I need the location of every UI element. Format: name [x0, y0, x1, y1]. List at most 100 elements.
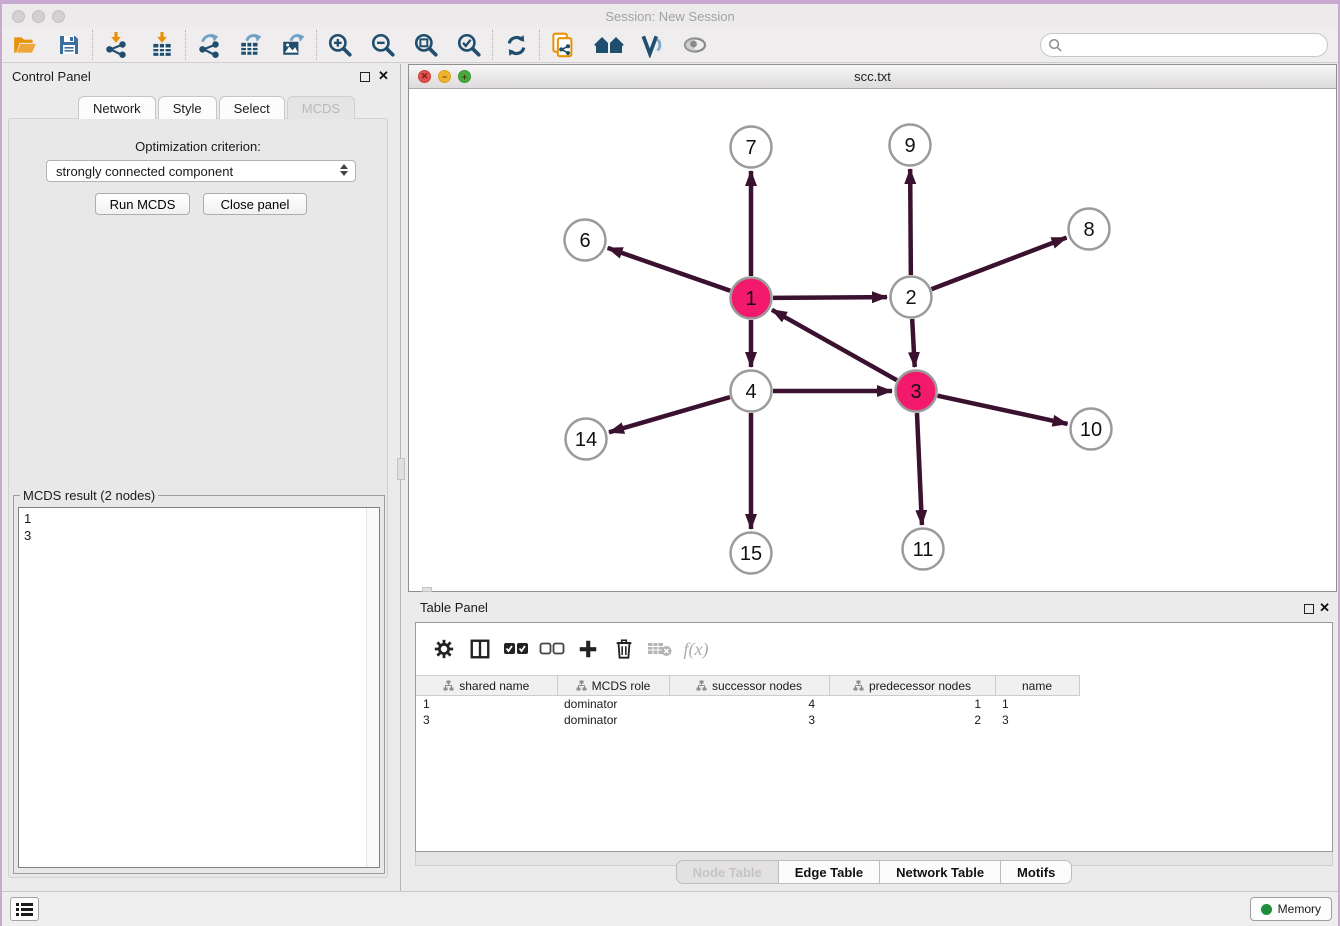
export-network-icon[interactable] — [192, 30, 226, 60]
column-header-shared-name[interactable]: shared name — [416, 676, 557, 696]
column-header-successor-nodes[interactable]: successor nodes — [669, 676, 829, 696]
import-table-icon[interactable] — [145, 30, 179, 60]
table-row[interactable]: 3 dominator 3 2 3 — [416, 712, 1079, 728]
control-panel: Control Panel ✕ Network Style Select MCD… — [0, 64, 396, 891]
graph-node-label-14: 14 — [575, 429, 597, 451]
tab-node-table[interactable]: Node Table — [676, 860, 779, 884]
search-field[interactable] — [1040, 33, 1328, 57]
add-row-icon[interactable] — [570, 633, 606, 665]
settings-gear-icon[interactable] — [426, 633, 462, 665]
tab-mcds[interactable]: MCDS — [287, 96, 355, 119]
visual-styles-icon[interactable] — [635, 30, 669, 60]
column-header-name[interactable]: name — [995, 676, 1079, 696]
zoom-fit-icon[interactable] — [409, 30, 443, 60]
criterion-select[interactable]: strongly connected component — [46, 160, 356, 182]
graph-edge-2-8[interactable] — [932, 238, 1067, 290]
panel-divider-handle[interactable] — [397, 458, 405, 480]
close-table-panel-icon[interactable]: ✕ — [1319, 600, 1330, 616]
toolbar-separator — [185, 30, 186, 60]
zoom-selected-icon[interactable] — [452, 30, 486, 60]
horizontal-divider-handle[interactable] — [422, 587, 432, 592]
delete-table-icon — [642, 633, 678, 665]
zoom-in-icon[interactable] — [323, 30, 357, 60]
graph-node-label-15: 15 — [740, 543, 762, 565]
window-frame-left — [0, 0, 2, 926]
column-type-icon — [853, 680, 864, 691]
graph-edge-1-2[interactable] — [773, 297, 887, 298]
open-folder-icon[interactable] — [8, 30, 42, 60]
graph-edge-3-10[interactable] — [937, 396, 1067, 424]
function-builder-icon: f(x) — [678, 633, 714, 665]
graph-node-label-1: 1 — [745, 288, 756, 310]
select-all-checkboxes-icon[interactable] — [498, 633, 534, 665]
table-header-row: shared name MCDS role successor nodes pr… — [416, 676, 1079, 696]
toolbar-separator — [492, 30, 493, 60]
run-mcds-button[interactable]: Run MCDS — [95, 193, 190, 215]
graph-node-label-11: 11 — [913, 539, 934, 561]
graph-node-label-8: 8 — [1083, 219, 1094, 241]
cell-mcds-role[interactable]: dominator — [557, 696, 669, 712]
tab-network[interactable]: Network — [78, 96, 156, 119]
home-networks-icon[interactable] — [592, 30, 626, 60]
cell-shared-name[interactable]: 3 — [416, 712, 557, 728]
cell-successor-nodes[interactable]: 4 — [669, 696, 829, 712]
graph-node-label-3: 3 — [910, 381, 921, 403]
tab-select[interactable]: Select — [219, 96, 285, 119]
network-view-title: scc.txt — [409, 69, 1336, 84]
table-tabs: Node Table Edge Table Network Table Moti… — [408, 860, 1340, 884]
status-bar: Memory — [0, 891, 1340, 926]
cell-name[interactable]: 1 — [995, 696, 1079, 712]
cell-successor-nodes[interactable]: 3 — [669, 712, 829, 728]
table-row[interactable]: 1 dominator 4 1 1 — [416, 696, 1079, 712]
graph-edge-3-1[interactable] — [772, 310, 897, 380]
float-panel-icon[interactable] — [360, 72, 370, 82]
cell-predecessor-nodes[interactable]: 1 — [829, 696, 995, 712]
tab-network-table[interactable]: Network Table — [880, 860, 1001, 884]
column-header-predecessor-nodes[interactable]: predecessor nodes — [829, 676, 995, 696]
column-header-mcds-role[interactable]: MCDS role — [557, 676, 669, 696]
refresh-view-icon[interactable] — [499, 30, 533, 60]
close-panel-button[interactable]: Close panel — [203, 193, 307, 215]
network-window-titlebar[interactable]: ✕ − + scc.txt — [409, 65, 1336, 89]
task-history-button[interactable] — [10, 897, 39, 921]
tab-style[interactable]: Style — [158, 96, 217, 119]
mcds-result-text[interactable]: 1 3 — [18, 507, 380, 868]
network-from-file-icon[interactable] — [546, 30, 580, 60]
graph-edge-4-14[interactable] — [609, 397, 730, 432]
network-graph: 7968124314101511 — [409, 89, 1336, 592]
cell-predecessor-nodes[interactable]: 2 — [829, 712, 995, 728]
node-table: shared name MCDS role successor nodes pr… — [416, 675, 1080, 728]
float-table-panel-icon[interactable] — [1304, 604, 1314, 614]
result-scrollbar[interactable] — [366, 508, 379, 867]
import-network-icon[interactable] — [99, 30, 133, 60]
toggle-columns-icon[interactable] — [462, 633, 498, 665]
close-panel-icon[interactable]: ✕ — [378, 68, 389, 84]
column-type-icon — [576, 680, 587, 691]
export-table-icon[interactable] — [234, 30, 268, 60]
export-image-icon[interactable] — [276, 30, 310, 60]
cell-mcds-role[interactable]: dominator — [557, 712, 669, 728]
memory-label: Memory — [1278, 902, 1321, 916]
cell-name[interactable]: 3 — [995, 712, 1079, 728]
cell-shared-name[interactable]: 1 — [416, 696, 557, 712]
column-type-icon — [696, 680, 707, 691]
graph-node-label-7: 7 — [745, 137, 756, 159]
table-panel-title: Table Panel — [420, 600, 488, 615]
main-toolbar — [0, 28, 1340, 63]
search-input[interactable] — [1063, 35, 1327, 55]
show-hide-eye-icon[interactable] — [678, 30, 712, 60]
chevron-updown-icon — [340, 164, 348, 176]
zoom-out-icon[interactable] — [366, 30, 400, 60]
graph-edge-3-11[interactable] — [917, 413, 922, 525]
tab-edge-table[interactable]: Edge Table — [779, 860, 880, 884]
delete-row-icon[interactable] — [606, 633, 642, 665]
memory-button[interactable]: Memory — [1250, 897, 1332, 921]
deselect-all-checkboxes-icon[interactable] — [534, 633, 570, 665]
tab-motifs[interactable]: Motifs — [1001, 860, 1072, 884]
window-title: Session: New Session — [0, 9, 1340, 24]
save-session-icon[interactable] — [52, 30, 86, 60]
graph-edge-1-6[interactable] — [608, 248, 731, 291]
graph-edge-2-3[interactable] — [912, 319, 915, 367]
network-canvas[interactable]: 7968124314101511 — [409, 89, 1336, 591]
graph-edge-2-9[interactable] — [910, 169, 911, 275]
